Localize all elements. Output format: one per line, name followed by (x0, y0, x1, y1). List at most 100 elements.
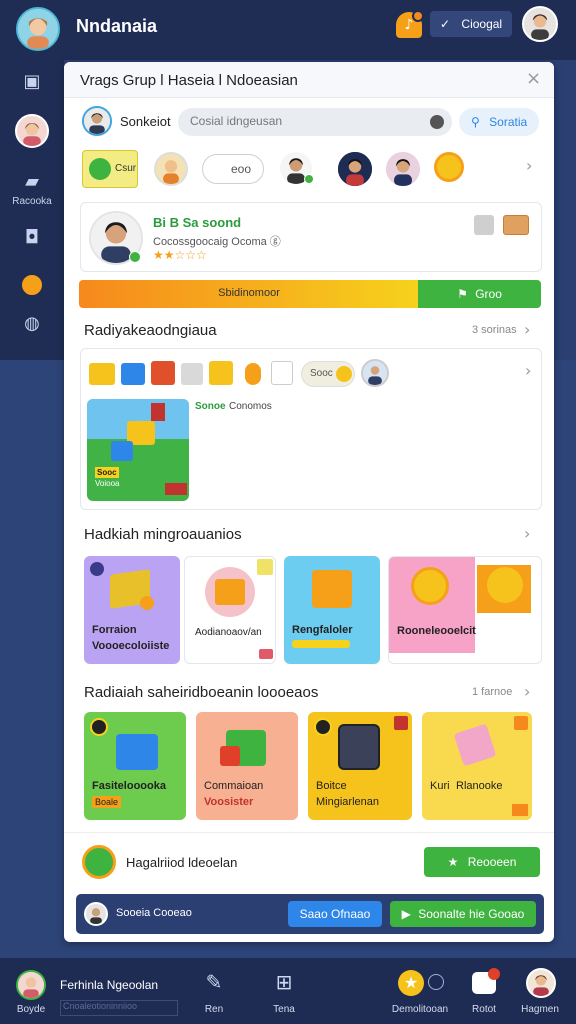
flag-icon: ⚑ (457, 287, 468, 301)
plus-box-icon[interactable]: ⊞ (270, 970, 298, 994)
gift-icon[interactable] (82, 845, 116, 879)
chip-avatar-1[interactable] (154, 152, 188, 186)
reward-tile-line2: Voooecoloiiste (92, 640, 170, 652)
top-bar: Nndanaia ♪ ✓ Cioogal (0, 0, 576, 60)
nav-item-label: Hagmen (521, 1004, 559, 1015)
chevron-right-icon[interactable]: › (524, 320, 530, 339)
info-icon[interactable] (428, 974, 444, 990)
notification-dot (412, 10, 424, 22)
event-tile-line1: Kuri (430, 780, 450, 792)
bottom-user-avatar[interactable] (84, 902, 108, 926)
lock-icon[interactable]: ◍ (20, 312, 44, 336)
chip-avatar-4[interactable] (384, 150, 422, 188)
camera-icon[interactable]: ▣ (20, 70, 44, 94)
coin-icon (487, 567, 523, 603)
section1-avatar[interactable] (361, 359, 389, 387)
section3-more[interactable]: 1 farnoe (472, 686, 512, 698)
box-icon[interactable] (121, 363, 145, 385)
bottom-nav: Boyde Ferhinla Ngeoolan Cnoaleotioninnii… (0, 958, 576, 1024)
ribbon-icon (514, 716, 528, 730)
bottom-green-label: Soonalte hie Gooao (418, 907, 525, 921)
section1-card-sub: Conomos (229, 401, 272, 412)
globe-icon[interactable] (20, 273, 44, 297)
star-icon[interactable]: ★ (398, 970, 424, 996)
progress-bar: Sbidinomoor (79, 280, 419, 308)
reward-tile[interactable]: Rooneleooelcit (388, 556, 542, 664)
search-button-label: Soratia (489, 115, 528, 129)
thumbnail-line2: Voiooa (95, 479, 120, 488)
event-tile[interactable]: Boitce Mingiarlenan (308, 712, 412, 820)
box-icon[interactable] (209, 361, 233, 385)
reward-tile-line1: Aodianoaov/an (195, 627, 262, 638)
chevron-right-icon[interactable]: › (524, 524, 530, 543)
shield-icon[interactable]: ◘ (20, 226, 44, 250)
top-action-button[interactable]: ✓ Cioogal (430, 11, 512, 37)
bottom-blue-button[interactable]: Saao Ofnaao (288, 901, 382, 927)
thumbnail-line1: Sooc (95, 467, 119, 478)
sidebar-avatar[interactable] (15, 114, 49, 148)
tag-icon (259, 649, 273, 659)
chevron-right-icon[interactable]: › (524, 682, 530, 701)
box-icon[interactable] (89, 363, 115, 385)
chip-mid-label: eoo (231, 162, 252, 176)
key-icon (411, 567, 449, 605)
reward-tile[interactable]: Aodianoaov/an (184, 556, 276, 664)
ticket-icon (453, 723, 497, 767)
search-icon[interactable] (430, 115, 444, 129)
shield-icon[interactable] (245, 363, 261, 385)
chip-first[interactable]: Csur (82, 150, 138, 188)
box-icon[interactable] (181, 363, 203, 385)
chip-first-label: Csur (115, 163, 137, 174)
chip-avatar-3[interactable] (336, 150, 374, 188)
section1-more[interactable]: 3 sorinas (472, 324, 517, 336)
footer-button[interactable]: ★ Reooeen (424, 847, 540, 877)
gift-icon (220, 746, 240, 766)
search-input[interactable]: Cosial idngeusan (178, 108, 452, 136)
chevron-right-icon[interactable]: › (526, 156, 532, 175)
gift-icon (257, 559, 273, 575)
nav-item-label: Ren (204, 1004, 224, 1015)
reward-tile-line1: Rooneleooelcit (397, 625, 476, 637)
notification-dot (488, 968, 500, 980)
progress-button-label: Groo (475, 287, 502, 301)
coin-icon[interactable] (434, 152, 464, 182)
section1-pill[interactable]: Sooc (301, 361, 355, 387)
event-tile[interactable]: Fasitelooooka Boale (84, 712, 186, 820)
nav-user-title: Ferhinla Ngeoolan (60, 978, 159, 992)
reward-tile[interactable]: Rengfaloler (284, 556, 380, 664)
reward-tile[interactable]: Forraion Voooecoloiiste (84, 556, 180, 664)
progress-button[interactable]: ⚑ Groo (418, 280, 541, 308)
search-button[interactable]: ⚲ Soratia (459, 108, 539, 136)
ribbon-icon (394, 716, 408, 730)
person-icon (528, 970, 554, 996)
person-icon (386, 152, 420, 186)
badge-icon (314, 718, 332, 736)
nav-user-avatar[interactable] (16, 970, 46, 1000)
person-icon (18, 9, 58, 49)
bottom-green-button[interactable]: ▶ Soonalte hie Gooao (390, 901, 536, 927)
sparkle-icon (90, 562, 104, 576)
section1-pill-label: Sooc (310, 368, 333, 379)
section1-thumbnail[interactable]: Sooc Voiooa (87, 399, 189, 501)
search-user-avatar[interactable] (82, 106, 112, 136)
event-tile[interactable]: Kuri Rlanooke (422, 712, 532, 820)
person-icon (156, 154, 186, 184)
main-panel: Vrags Grup l Haseia l Ndoeasian × Sonkei… (64, 62, 554, 942)
nav-avatar[interactable] (526, 968, 556, 998)
settings-icon[interactable] (474, 215, 494, 235)
gift-icon[interactable] (503, 215, 529, 235)
close-icon[interactable]: × (526, 68, 541, 89)
search-placeholder: Cosial idngeusan (190, 114, 283, 128)
app-avatar[interactable] (16, 7, 60, 51)
chip-mid[interactable]: eoo (202, 154, 264, 184)
pen-icon[interactable]: ✎ (200, 970, 228, 994)
user-avatar[interactable] (522, 6, 558, 42)
section3-title: Radiaiah saheiridboeanin loooeaos (84, 684, 319, 701)
gift-icon[interactable] (271, 361, 293, 385)
folder-icon[interactable]: ▰ (20, 170, 44, 194)
event-tile-line1: Commaioan (204, 780, 264, 792)
box-icon[interactable] (151, 361, 175, 385)
progress-label: Sbidinomoor (218, 287, 280, 299)
chevron-right-icon[interactable]: › (525, 361, 531, 380)
event-tile[interactable]: Commaioan Voosister (196, 712, 298, 820)
